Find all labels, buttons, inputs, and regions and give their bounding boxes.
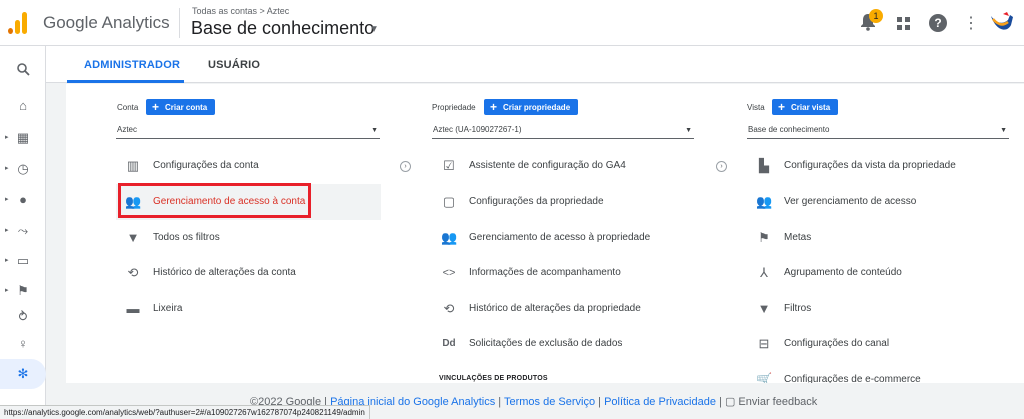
left-nav-rail: ⌂ ▸ ▦ ▸ ◷ ▸ ● ▸ ⤳ ▸ ▭ ▸ ⚑ ⥁ ♀ ✻ <box>0 46 46 419</box>
home-icon[interactable]: ⌂ <box>0 91 46 121</box>
analytics-logo[interactable] <box>8 12 28 34</box>
conta-label: Conta <box>117 103 139 112</box>
path-icon[interactable]: ⥁ <box>0 302 46 332</box>
walking-person-icon: ⅄ <box>760 265 768 280</box>
tab-administrador[interactable]: ADMINISTRADOR <box>84 59 180 71</box>
account-avatar[interactable] <box>990 11 1014 35</box>
caret-down-icon[interactable]: ▼ <box>369 24 379 35</box>
property-select[interactable]: Aztec (UA-109027267-1) ▼ <box>432 123 694 139</box>
status-bar-url: https://analytics.google.com/analytics/w… <box>0 405 370 419</box>
filter-icon: ▼ <box>757 301 771 316</box>
admin-panel: Conta + Criar conta Aztec ▼ ▥ Configuraçõe… <box>66 84 1024 383</box>
list-item-ver-gerenciamento-acesso[interactable]: 👥 Ver gerenciamento de acesso <box>747 184 1012 220</box>
notification-badge: 1 <box>869 9 883 23</box>
link-privacy[interactable]: Política de Privacidade <box>604 396 716 408</box>
list-item-solicitacoes-exclusao[interactable]: Dd Solicitações de exclusão de dados <box>432 326 697 362</box>
list-item-configuracoes-conta[interactable]: ▥ Configurações da conta <box>116 148 381 184</box>
list-item-historico-propriedade[interactable]: ⟲ Histórico de alterações da propriedade <box>432 291 697 327</box>
app-title[interactable]: Google Analytics <box>43 13 170 33</box>
tab-usuario[interactable]: USUÁRIO <box>208 59 260 71</box>
channel-icon: ⊟ <box>758 336 770 351</box>
people-icon: 👥 <box>756 194 773 209</box>
trash-icon: ▬ <box>126 301 140 316</box>
link-terms[interactable]: Termos de Serviço <box>504 396 595 408</box>
list-item-configuracoes-propriedade[interactable]: ▢ Configurações da propriedade <box>432 184 697 220</box>
breadcrumb[interactable]: Todas as contas > Aztec <box>192 6 289 16</box>
web-page-icon: ▢ <box>442 194 456 209</box>
checkbox-icon: ☑ <box>443 158 455 173</box>
building-icon: ▥ <box>126 158 140 173</box>
list-item-assistente-ga4[interactable]: ☑ Assistente de configuração do GA4 <box>432 148 697 184</box>
header-divider <box>179 8 180 38</box>
propriedade-label: Propriedade <box>432 103 476 112</box>
view-selector[interactable]: Base de conhecimento <box>191 18 374 39</box>
filter-icon: ▼ <box>126 230 140 245</box>
list-item-metas[interactable]: ⚑ Metas <box>747 220 1012 256</box>
acquisition-icon[interactable]: ▸ ⤳ <box>0 216 46 246</box>
list-item-todos-filtros[interactable]: ▼ Todos os filtros <box>116 220 381 256</box>
list-item-informacoes-acompanhamento[interactable]: <> Informações de acompanhamento <box>432 255 697 291</box>
list-item-historico-conta[interactable]: ⟲ Histórico de alterações da conta <box>116 255 381 291</box>
feedback-icon: ▢ <box>724 396 736 408</box>
apps-grid-icon[interactable] <box>897 17 910 30</box>
person-icon[interactable]: ▸ ● <box>0 185 46 215</box>
criar-propriedade-button[interactable]: + Criar propriedade <box>484 99 579 115</box>
dashboard-icon[interactable]: ▸ ▦ <box>0 123 46 153</box>
history-icon: ⟲ <box>127 265 139 280</box>
data-deletion-icon: Dd <box>442 338 456 349</box>
view-select[interactable]: Base de conhecimento ▼ <box>747 123 1009 139</box>
lightbulb-icon[interactable]: ♀ <box>0 329 46 359</box>
gear-icon[interactable]: ✻ <box>0 359 46 389</box>
admin-tabs: ADMINISTRADOR USUÁRIO <box>46 46 1024 83</box>
highlight-box <box>118 183 311 218</box>
list-item-gerenciamento-acesso-propriedade[interactable]: 👥 Gerenciamento de acesso à propriedade <box>432 220 697 256</box>
section-header-vinculacoes: VINCULAÇÕES DE PRODUTOS <box>439 375 548 382</box>
column-arrow-icon: › <box>400 161 411 172</box>
help-icon[interactable]: ? <box>929 14 947 32</box>
list-item-configuracoes-canal[interactable]: ⊟ Configurações do canal <box>747 326 1012 362</box>
flag-icon: ⚑ <box>758 230 770 245</box>
top-bar: Google Analytics Todas as contas > Aztec… <box>0 0 1024 46</box>
cart-icon: 🛒 <box>756 372 773 384</box>
document-icon: ▙ <box>759 158 769 173</box>
list-item-configuracoes-ecommerce[interactable]: 🛒 Configurações de e-commerce <box>747 362 1012 384</box>
search-icon[interactable] <box>0 55 46 85</box>
feedback-link[interactable]: Enviar feedback <box>738 396 817 408</box>
vista-label: Vista <box>747 103 765 112</box>
criar-conta-button[interactable]: + Criar conta <box>146 99 216 115</box>
criar-vista-button[interactable]: + Criar vista <box>772 99 839 115</box>
code-icon: <> <box>442 267 456 279</box>
list-item-filtros[interactable]: ▼ Filtros <box>747 291 1012 327</box>
history-icon: ⟲ <box>443 301 455 316</box>
active-tab-indicator <box>67 80 184 83</box>
clock-icon[interactable]: ▸ ◷ <box>0 154 46 184</box>
people-icon: 👥 <box>441 230 458 245</box>
list-item-configuracoes-vista[interactable]: ▙ Configurações da vista da propriedade <box>747 148 1012 184</box>
more-vert-icon[interactable]: ⋮ <box>963 13 979 33</box>
list-item-agrupamento-conteudo[interactable]: ⅄ Agrupamento de conteúdo <box>747 255 1012 291</box>
column-arrow-icon: › <box>716 161 727 172</box>
list-item-lixeira[interactable]: ▬ Lixeira <box>116 291 381 327</box>
display-icon[interactable]: ▸ ▭ <box>0 246 46 276</box>
account-select[interactable]: Aztec ▼ <box>116 123 380 139</box>
